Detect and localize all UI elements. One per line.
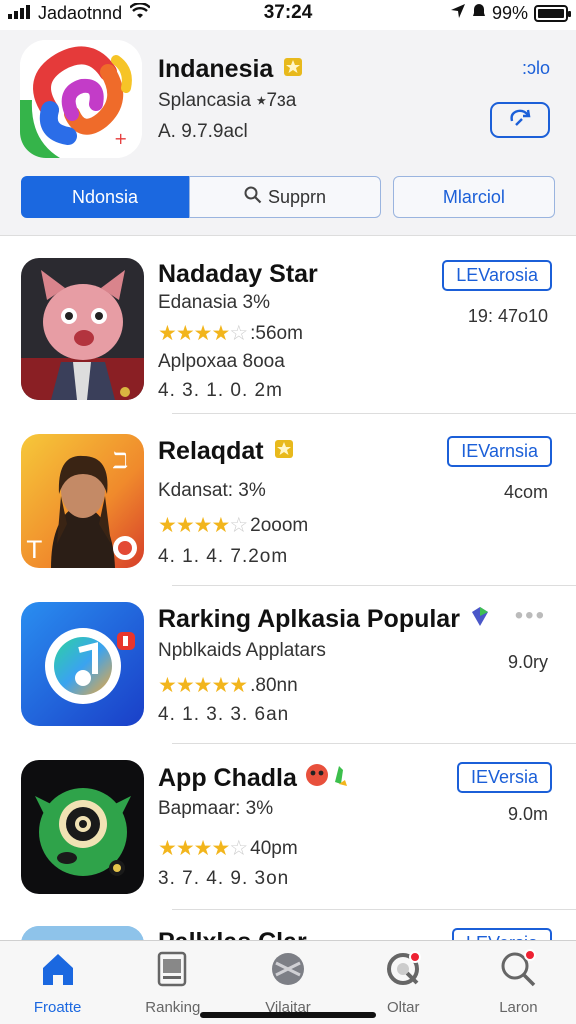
app-category: Aplpoxaa 8ooa [158,351,285,372]
discover-icon [268,949,308,999]
app-icon-rarking[interactable] [21,602,144,726]
rating-stars: ★★★★★ [158,674,248,697]
app-subtitle: Edanasia 3% [158,292,270,313]
app-meta: 4. 3. 1. 0. 2m [158,380,283,401]
alarm-icon [472,3,486,24]
tab-label: Froatte [33,999,82,1016]
tab-label: Laron [499,999,538,1016]
ranking-icon [153,949,193,999]
app-title: Nadaday Star [158,260,318,288]
app-size: 9.0ry [507,652,548,672]
list-item[interactable]: Nadaday Star Edanasia 3% ★★★★☆ :56om Apl… [0,238,576,414]
list-item[interactable]: T ℶ Relaqdat Kdansat: 3% ★★★★☆ 2ooom 4. … [0,414,576,586]
rating-stars: ★★★★☆ [158,322,248,345]
get-button[interactable]: IEVarnsia [447,436,552,467]
games-icon [383,949,423,999]
rating-stars: ★★★★☆ [158,837,248,860]
app-subtitle: Bapmaar: 3% [158,798,274,819]
featured-app-title: Indanesia [158,54,305,85]
rating-text: 40pm [250,837,298,859]
carrier-name: Jadaotnnd [38,2,123,23]
featured-app-title-text: Indanesia [158,55,274,83]
battery-icon [534,4,571,22]
battery-percent: 99% [491,2,528,23]
gem-badge-icon [468,604,492,635]
list-item[interactable]: App Chadla Bapmaar: 3% ★★★★☆ 40pm 3. 7. … [0,740,576,910]
app-size: 4com [503,482,548,502]
get-button[interactable]: LEVarosia [442,260,552,291]
wifi-icon [129,1,151,24]
app-size: 9.0m [507,804,548,824]
tab-label: Ranking [145,999,201,1016]
list-item[interactable]: Rarking Aplkasia Popular Npblkaids Appla… [0,582,576,744]
tab-label: Oltar [386,999,420,1016]
app-icon-app-chadla[interactable] [21,760,144,894]
app-title-text: App Chadla [158,764,297,792]
signal-icon [8,3,30,24]
app-meta: 3. 7. 4. 9. 3on [158,868,290,889]
svg-text:T: T [26,536,42,564]
search-icon [498,949,538,999]
segmented-control: Ndonsia Supprn Mlarciol [21,176,555,218]
segment-search-label: Supprn [267,186,326,207]
featured-app-icon[interactable]: + [20,40,142,158]
app-size: 19: 47o10 [467,306,548,326]
star-badge-icon [281,54,305,85]
emoji-badge-icon [305,762,349,795]
app-title-text: Relaqdat [158,437,264,465]
location-icon [450,3,466,24]
app-subtitle: Npblkaids Applatars [158,640,326,661]
app-rating: ★★★★☆ 40pm [158,836,298,861]
svg-text:ℶ: ℶ [112,449,128,474]
home-icon [38,949,78,999]
featured-app-link[interactable]: :ɔlo [522,58,550,79]
featured-app-action-button[interactable] [490,102,550,138]
refresh-icon [506,107,534,134]
app-title-text: Rarking Aplkasia Popular [158,605,460,633]
segment-ndonsia[interactable]: Ndonsia [21,176,190,218]
rating-text: 2ooom [250,514,309,536]
app-subtitle: Kdansat: 3% [158,480,266,501]
app-meta: 4. 1. 4. 7.2om [158,546,289,567]
featured-app-meta: A. 9.7.9acl [158,121,248,142]
app-title: Rarking Aplkasia Popular [158,604,492,635]
status-bar: Jadaotnnd 37:24 99% [0,0,576,26]
app-rating: ★★★★☆ :56om [158,321,303,346]
battery-level [538,8,564,18]
app-icon-nadaday-star[interactable] [21,258,144,400]
app-rating: ★★★★☆ 2ooom [158,513,308,538]
star-badge-icon [272,436,296,467]
app-rating: ★★★★★ .80nn [158,673,298,698]
tab-froatte[interactable]: Froatte [0,941,115,1024]
app-icon-relaqdat[interactable]: T ℶ [21,434,144,568]
app-title: Relaqdat [158,436,296,467]
segment-mlarciol[interactable]: Mlarciol [392,176,555,218]
get-button[interactable]: IEVersia [456,762,552,793]
svg-text:+: + [114,129,127,148]
app-title: App Chadla [158,762,349,795]
rating-stars: ★★★★☆ [158,514,248,537]
rating-text: :56om [250,322,303,344]
home-indicator [200,1012,376,1018]
more-icon[interactable]: ••• [515,602,546,630]
featured-app-subtitle: Splancasia ⭑7ɜa [158,90,297,111]
search-icon [244,186,262,209]
segment-search[interactable]: Supprn [189,176,381,218]
app-meta: 4. 1. 3. 3. 6an [158,704,290,725]
tab-laron[interactable]: Laron [461,941,576,1024]
rating-text: .80nn [250,674,298,696]
